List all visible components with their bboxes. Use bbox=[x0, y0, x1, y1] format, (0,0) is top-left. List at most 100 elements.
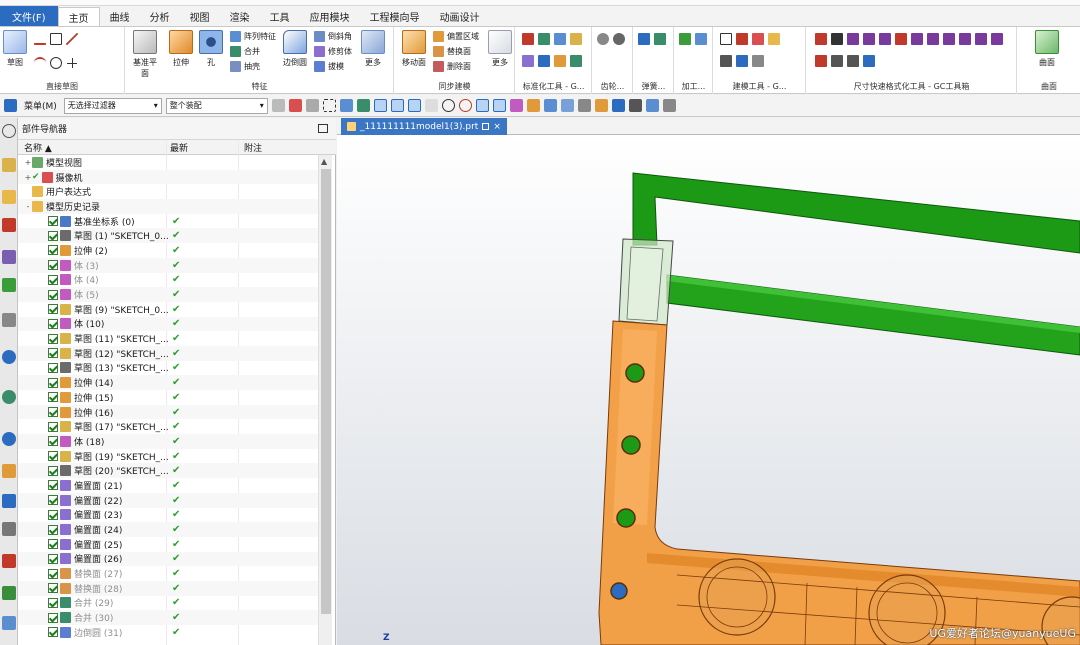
dim-icon[interactable] bbox=[815, 55, 827, 67]
tree-node[interactable]: 合并 (29) ✔ bbox=[18, 596, 318, 611]
snap-icon[interactable] bbox=[492, 99, 506, 112]
tree-node[interactable]: 偏置面 (23) ✔ bbox=[18, 508, 318, 523]
menu-tab[interactable]: 主页 bbox=[57, 7, 100, 26]
tree-node[interactable]: 拉伸 (15) ✔ bbox=[18, 390, 318, 405]
part-navigator-icon[interactable] bbox=[2, 218, 16, 232]
visibility-checkbox[interactable] bbox=[48, 304, 58, 315]
profile-icon[interactable] bbox=[34, 33, 46, 45]
document-tab[interactable]: _111111111model1(3).prt × bbox=[341, 118, 507, 135]
hole-button[interactable]: 孔 bbox=[196, 30, 226, 68]
line-snap-icon[interactable] bbox=[390, 99, 404, 112]
visibility-checkbox[interactable] bbox=[48, 245, 58, 256]
draft-button[interactable]: 拔模 bbox=[314, 61, 344, 72]
system-materials-icon[interactable] bbox=[2, 494, 16, 508]
visibility-checkbox[interactable] bbox=[48, 553, 58, 564]
dim-icon[interactable] bbox=[927, 33, 939, 45]
gc-tool-icon[interactable] bbox=[554, 33, 566, 45]
dim-icon[interactable] bbox=[815, 33, 827, 45]
arc-icon[interactable] bbox=[34, 57, 46, 69]
view-icon[interactable] bbox=[594, 99, 608, 112]
visibility-checkbox[interactable] bbox=[48, 627, 58, 638]
menu-tab[interactable]: 动画设计 bbox=[430, 6, 490, 26]
view-icon[interactable] bbox=[543, 99, 557, 112]
history-icon[interactable] bbox=[2, 432, 16, 446]
line-icon[interactable] bbox=[66, 33, 78, 45]
visibility-checkbox[interactable] bbox=[48, 421, 58, 432]
menu-tab[interactable]: 视图 bbox=[180, 6, 220, 26]
visibility-checkbox[interactable] bbox=[48, 539, 58, 550]
dim-icon[interactable] bbox=[991, 33, 1003, 45]
visibility-checkbox[interactable] bbox=[48, 436, 58, 447]
settings-icon[interactable] bbox=[2, 124, 16, 138]
tab-restore-icon[interactable] bbox=[482, 123, 490, 130]
sketch-button[interactable]: 草图 bbox=[0, 30, 30, 68]
visibility-checkbox[interactable] bbox=[48, 274, 58, 285]
surface-button[interactable]: 曲面 bbox=[1032, 30, 1062, 68]
rectangle-icon[interactable] bbox=[50, 33, 62, 45]
spring-icon[interactable] bbox=[638, 33, 650, 45]
tree-node[interactable]: + ✔ 摄像机 bbox=[18, 169, 318, 185]
spring-icon[interactable] bbox=[654, 33, 666, 45]
curve-snap-icon[interactable] bbox=[407, 99, 421, 112]
visibility-checkbox[interactable] bbox=[48, 230, 58, 241]
pattern-feature-button[interactable]: 阵列特征 bbox=[230, 31, 276, 42]
scrollbar-thumb[interactable] bbox=[321, 169, 331, 614]
visibility-checkbox[interactable] bbox=[48, 583, 58, 594]
visibility-checkbox[interactable] bbox=[48, 333, 58, 344]
visibility-checkbox[interactable] bbox=[48, 597, 58, 608]
selection-scope-dropdown[interactable]: 整个装配 ▾ bbox=[165, 97, 268, 114]
menu-tab[interactable]: 渲染 bbox=[220, 6, 260, 26]
menu-tab[interactable]: 工具 bbox=[260, 6, 300, 26]
view-icon[interactable] bbox=[611, 99, 625, 112]
dim-icon[interactable] bbox=[847, 33, 859, 45]
visibility-checkbox[interactable] bbox=[48, 289, 58, 300]
dim-icon[interactable] bbox=[959, 33, 971, 45]
extrude-button[interactable]: 拉伸 bbox=[166, 30, 196, 68]
snap-icon[interactable] bbox=[339, 99, 353, 112]
orange-frame-body[interactable] bbox=[598, 320, 1080, 645]
tree-node[interactable]: 用户表达式 bbox=[18, 184, 318, 199]
menu-tab[interactable]: 工程模向导 bbox=[360, 6, 430, 26]
visibility-checkbox[interactable] bbox=[48, 509, 58, 520]
scroll-up-icon[interactable]: ▲ bbox=[321, 157, 327, 166]
snap-icon[interactable] bbox=[526, 99, 540, 112]
visibility-checkbox[interactable] bbox=[48, 612, 58, 623]
tree-node[interactable]: 草图 (11) "SKETCH_... ✔ bbox=[18, 331, 318, 346]
tree-node[interactable]: 草图 (1) "SKETCH_0... ✔ bbox=[18, 228, 318, 244]
tree-node[interactable]: 偏置面 (26) ✔ bbox=[18, 551, 318, 567]
tree-node[interactable]: - 模型历史记录 bbox=[18, 199, 318, 214]
tree-node[interactable]: 偏置面 (21) ✔ bbox=[18, 478, 318, 493]
dim-icon[interactable] bbox=[943, 33, 955, 45]
file-menu-tab[interactable]: 文件(F) bbox=[0, 6, 58, 26]
snap-icon[interactable] bbox=[305, 99, 319, 112]
intersection-snap-icon[interactable] bbox=[424, 99, 438, 112]
gear-icon[interactable] bbox=[613, 33, 625, 45]
gc-tool-icon[interactable] bbox=[538, 55, 550, 67]
model-view[interactable] bbox=[337, 135, 1080, 645]
expand-toggle-icon[interactable]: - bbox=[24, 202, 32, 211]
snap-icon[interactable] bbox=[509, 99, 523, 112]
tree-node[interactable]: + 模型视图 bbox=[18, 155, 318, 170]
tree-node[interactable]: 体 (5) ✔ bbox=[18, 287, 318, 302]
tree-node[interactable]: 拉伸 (14) ✔ bbox=[18, 375, 318, 390]
visibility-checkbox[interactable] bbox=[48, 260, 58, 271]
tree-node[interactable]: 偏置面 (25) ✔ bbox=[18, 537, 318, 552]
chamfer-button[interactable]: 倒斜角 bbox=[314, 31, 352, 42]
tree-node[interactable]: 偏置面 (22) ✔ bbox=[18, 492, 318, 508]
shell-button[interactable]: 抽壳 bbox=[230, 61, 260, 72]
document-icon[interactable] bbox=[2, 616, 16, 630]
feature-more-button[interactable]: 更多 bbox=[358, 30, 388, 68]
tree-node[interactable]: 草图 (19) "SKETCH_... ✔ bbox=[18, 449, 318, 464]
menu-tab[interactable]: 曲线 bbox=[100, 6, 140, 26]
visibility-checkbox[interactable] bbox=[48, 465, 58, 476]
table-icon[interactable] bbox=[720, 55, 732, 67]
unite-button[interactable]: 合并 bbox=[230, 46, 260, 57]
menu-tab[interactable]: 分析 bbox=[140, 6, 180, 26]
graphics-window[interactable]: Z UG爱好者论坛@yuanyueUG bbox=[337, 135, 1080, 645]
gc-tool-icon[interactable] bbox=[570, 33, 582, 45]
gc-tool-icon[interactable] bbox=[538, 33, 550, 45]
view-icon[interactable] bbox=[560, 99, 574, 112]
green-frame-body[interactable] bbox=[632, 172, 1080, 356]
paint-icon[interactable] bbox=[768, 33, 780, 45]
machining-icon[interactable] bbox=[679, 33, 691, 45]
